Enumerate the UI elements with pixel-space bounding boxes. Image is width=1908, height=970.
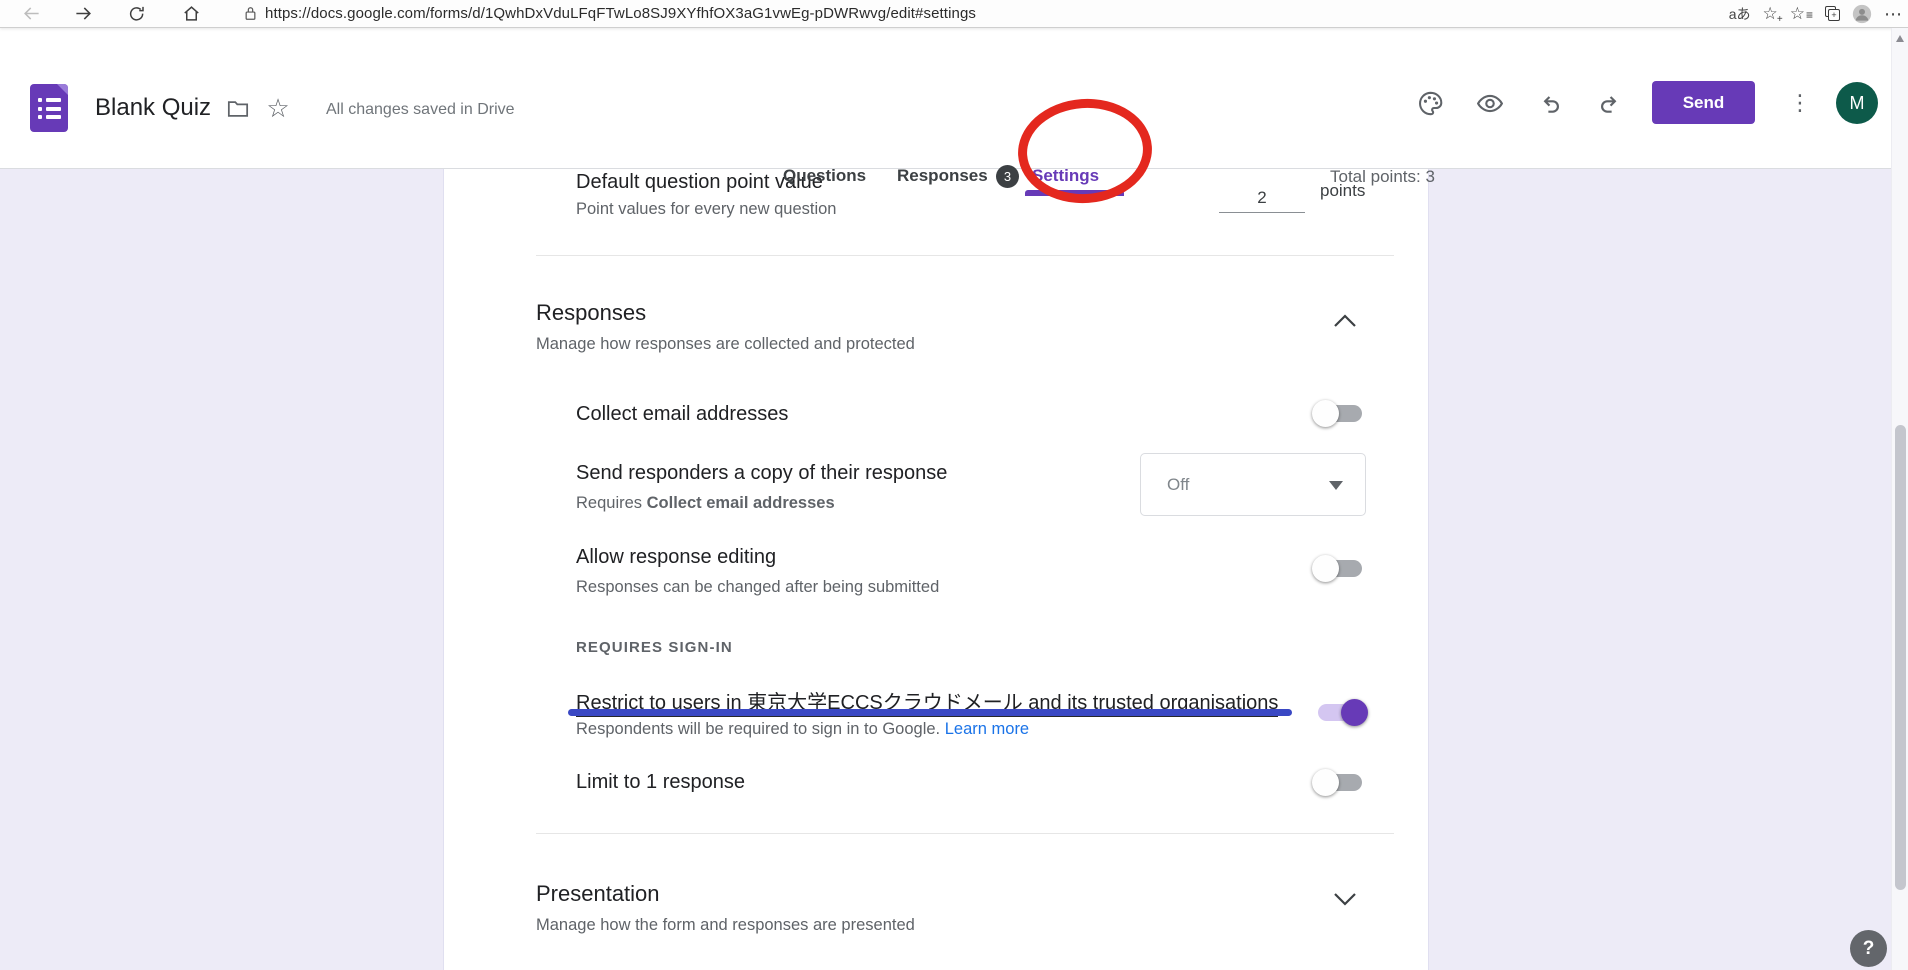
settings-panel: Default question point value Point value… xyxy=(443,169,1429,970)
responses-section-title: Responses xyxy=(536,300,646,326)
scroll-up-icon[interactable] xyxy=(1896,35,1904,42)
translate-button[interactable]: aあ xyxy=(1729,7,1751,21)
home-icon xyxy=(182,4,201,23)
responses-count-badge: 3 xyxy=(996,165,1019,188)
tab-responses[interactable]: Responses xyxy=(897,166,988,186)
collect-email-title: Collect email addresses xyxy=(576,403,788,426)
restrict-users-toggle[interactable] xyxy=(1318,704,1362,721)
allow-editing-title: Allow response editing xyxy=(576,546,776,569)
add-favorite-button[interactable]: ☆+ xyxy=(1762,5,1777,22)
plus-icon: + xyxy=(1777,15,1783,25)
refresh-button[interactable] xyxy=(120,2,154,26)
divider xyxy=(536,833,1394,834)
eye-icon xyxy=(1476,89,1504,118)
send-button[interactable]: Send xyxy=(1652,81,1755,124)
theme-button[interactable] xyxy=(1416,89,1444,117)
scrollbar-thumb[interactable] xyxy=(1895,425,1906,890)
tab-questions[interactable]: Questions xyxy=(783,166,866,186)
chevron-up-icon xyxy=(1332,313,1358,329)
active-tab-underline xyxy=(1025,190,1124,196)
folder-icon xyxy=(227,99,249,118)
collect-email-toggle[interactable] xyxy=(1318,405,1362,422)
allow-editing-subtitle: Responses can be changed after being sub… xyxy=(576,578,939,597)
favorites-button[interactable]: ☆≡ xyxy=(1790,5,1813,22)
toggle-knob xyxy=(1312,555,1339,582)
default-points-input[interactable]: 2 xyxy=(1219,183,1305,213)
browser-menu-button[interactable]: ⋯ xyxy=(1884,5,1902,23)
refresh-icon xyxy=(128,5,146,23)
star-icon: ☆ xyxy=(1790,4,1805,23)
person-icon xyxy=(1852,4,1872,24)
requires-signin-heading: REQUIRES SIGN-IN xyxy=(576,639,733,656)
dropdown-selected-value: Off xyxy=(1167,475,1189,495)
back-icon xyxy=(22,4,41,23)
send-copy-subtitle: Requires Collect email addresses xyxy=(576,494,835,513)
collections-button[interactable]: + xyxy=(1825,6,1840,21)
back-button[interactable] xyxy=(14,2,48,26)
redo-button[interactable] xyxy=(1596,90,1624,118)
star-icon: ☆ xyxy=(266,93,289,124)
form-title[interactable]: Blank Quiz xyxy=(95,94,211,122)
limit-one-toggle[interactable] xyxy=(1318,774,1362,791)
list-lines-icon: ≡ xyxy=(1806,8,1813,22)
browser-profile-button[interactable] xyxy=(1852,4,1872,24)
limit-one-title: Limit to 1 response xyxy=(576,771,745,794)
responses-section-subtitle: Manage how responses are collected and p… xyxy=(536,335,915,354)
restrict-users-title: Restrict to users in 東京大学ECCSクラウドメール and… xyxy=(576,686,1278,715)
requires-text: Requires xyxy=(576,494,647,512)
default-points-subtitle: Point values for every new question xyxy=(576,200,836,219)
total-points: Total points: 3 xyxy=(1330,167,1435,187)
move-folder-button[interactable] xyxy=(224,94,252,122)
restrict-users-subtitle: Respondents will be required to sign in … xyxy=(576,720,1029,739)
help-button[interactable]: ? xyxy=(1850,930,1887,967)
undo-button[interactable] xyxy=(1536,90,1564,118)
url-text: https://docs.google.com/forms/d/1QwhDxVd… xyxy=(265,5,976,22)
learn-more-link[interactable]: Learn more xyxy=(945,720,1029,738)
send-copy-title: Send responders a copy of their response xyxy=(576,462,947,485)
palette-icon xyxy=(1417,90,1444,117)
square-plus-icon: + xyxy=(1828,9,1840,21)
toggle-knob xyxy=(1312,400,1339,427)
form-menu-button[interactable]: ⋮ xyxy=(1786,88,1814,118)
toggle-knob xyxy=(1341,699,1368,726)
forms-logo[interactable] xyxy=(30,84,68,132)
account-avatar[interactable]: M xyxy=(1836,82,1878,124)
redo-icon xyxy=(1597,91,1623,117)
scrollbar[interactable] xyxy=(1891,28,1908,970)
undo-icon xyxy=(1537,91,1563,117)
expand-presentation-button[interactable] xyxy=(1332,891,1358,909)
browser-toolbar: https://docs.google.com/forms/d/1QwhDxVd… xyxy=(0,0,1908,28)
home-button[interactable] xyxy=(174,2,208,26)
forms-header: Blank Quiz ☆ All changes saved in Drive … xyxy=(0,28,1908,169)
collapse-responses-button[interactable] xyxy=(1332,313,1358,331)
toggle-knob xyxy=(1312,769,1339,796)
tab-settings[interactable]: Settings xyxy=(1032,166,1099,186)
presentation-section-subtitle: Manage how the form and responses are pr… xyxy=(536,916,915,935)
presentation-section-title: Presentation xyxy=(536,881,660,907)
page-fold-icon xyxy=(57,84,68,95)
divider xyxy=(536,255,1394,256)
forward-icon xyxy=(74,4,93,23)
lock-icon xyxy=(244,5,257,22)
address-bar[interactable]: https://docs.google.com/forms/d/1QwhDxVd… xyxy=(230,2,1530,26)
star-form-button[interactable]: ☆ xyxy=(264,94,292,122)
list-lines-icon xyxy=(38,98,61,119)
requires-bold-text: Collect email addresses xyxy=(647,494,835,512)
send-copy-dropdown[interactable]: Off xyxy=(1140,453,1366,516)
chevron-down-icon xyxy=(1332,891,1358,907)
star-icon: ☆ xyxy=(1762,4,1777,23)
allow-editing-toggle[interactable] xyxy=(1318,560,1362,577)
saved-status: All changes saved in Drive xyxy=(326,101,515,119)
forward-button[interactable] xyxy=(66,2,100,26)
preview-button[interactable] xyxy=(1476,89,1504,117)
dropdown-arrow-icon xyxy=(1329,481,1343,490)
